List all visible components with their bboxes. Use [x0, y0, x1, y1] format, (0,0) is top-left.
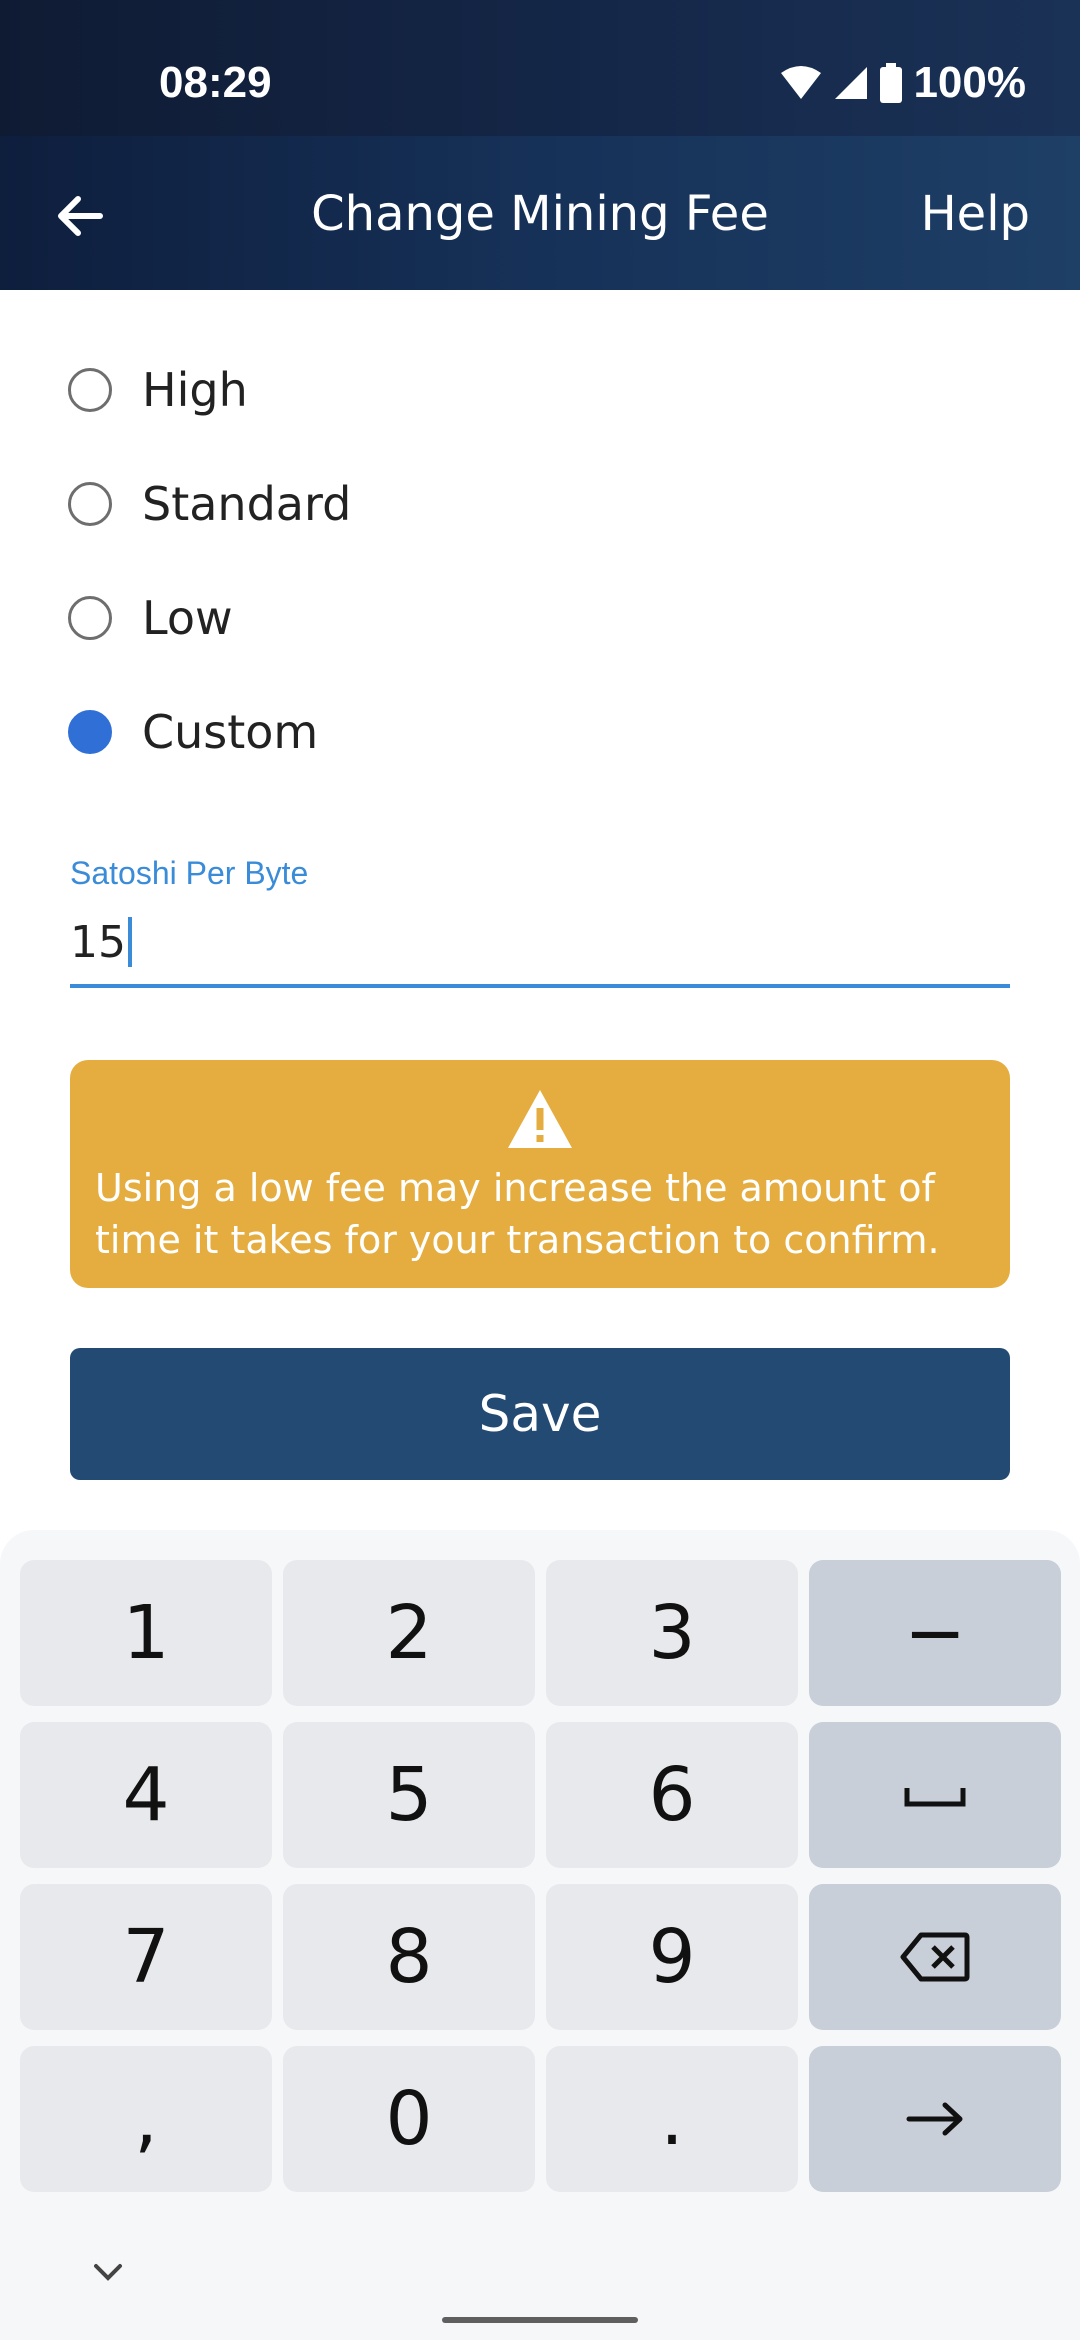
- key-6[interactable]: 6: [546, 1722, 798, 1868]
- input-value: 15: [70, 916, 126, 968]
- radio-label: Standard: [142, 477, 352, 531]
- radio-label: Low: [142, 591, 233, 645]
- key-5[interactable]: 5: [283, 1722, 535, 1868]
- fee-option-standard[interactable]: Standard: [68, 464, 351, 544]
- key-comma[interactable]: ,: [20, 2046, 272, 2192]
- key-4[interactable]: 4: [20, 1722, 272, 1868]
- navigation-handle[interactable]: [442, 2317, 638, 2323]
- warning-text: Using a low fee may increase the amount …: [95, 1166, 940, 1262]
- battery-icon: [880, 63, 903, 103]
- status-icons: 100%: [779, 58, 1026, 108]
- warning-icon: [508, 1090, 572, 1148]
- save-button[interactable]: Save: [70, 1348, 1010, 1480]
- key-period[interactable]: .: [546, 2046, 798, 2192]
- key-8[interactable]: 8: [283, 1884, 535, 2030]
- radio-button[interactable]: [68, 596, 112, 640]
- key-0[interactable]: 0: [283, 2046, 535, 2192]
- arrow-right-icon: [906, 2102, 963, 2136]
- satoshi-per-byte-label: Satoshi Per Byte: [70, 855, 309, 891]
- wifi-icon: [781, 66, 822, 99]
- key-7[interactable]: 7: [20, 1884, 272, 2030]
- chevron-down-icon[interactable]: [88, 2258, 128, 2288]
- radio-button[interactable]: [68, 482, 112, 526]
- key-9[interactable]: 9: [546, 1884, 798, 2030]
- key-1[interactable]: 1: [20, 1560, 272, 1706]
- radio-button[interactable]: [68, 368, 112, 412]
- signal-icon: [835, 67, 868, 99]
- status-time: 08:29: [159, 58, 272, 107]
- low-fee-warning: Using a low fee may increase the amount …: [70, 1060, 1010, 1288]
- radio-label: High: [142, 363, 248, 417]
- key-3[interactable]: 3: [546, 1560, 798, 1706]
- fee-option-low[interactable]: Low: [68, 578, 233, 658]
- key-space[interactable]: [809, 1722, 1061, 1868]
- key-2[interactable]: 2: [283, 1560, 535, 1706]
- app-header: Change Mining Fee Help: [0, 136, 1080, 290]
- radio-label: Custom: [142, 705, 319, 759]
- text-cursor: [128, 917, 132, 967]
- key-minus[interactable]: −: [809, 1560, 1061, 1706]
- space-icon: [904, 1788, 966, 1807]
- fee-option-high[interactable]: High: [68, 350, 248, 430]
- key-next[interactable]: [809, 2046, 1061, 2192]
- backspace-icon: [900, 1932, 970, 1982]
- help-button[interactable]: Help: [921, 186, 1030, 242]
- page-title: Change Mining Fee: [311, 186, 769, 242]
- fee-option-custom[interactable]: Custom: [68, 692, 318, 772]
- satoshi-per-byte-input[interactable]: 15: [70, 900, 1010, 988]
- status-bar: 08:29 100%: [0, 0, 1080, 136]
- radio-button-selected[interactable]: [68, 710, 112, 754]
- numeric-keyboard: 1 2 3 − 4 5 6 7 8 9 , 0 .: [0, 1530, 1080, 2340]
- key-backspace[interactable]: [809, 1884, 1061, 2030]
- battery-percent: 100%: [913, 58, 1026, 107]
